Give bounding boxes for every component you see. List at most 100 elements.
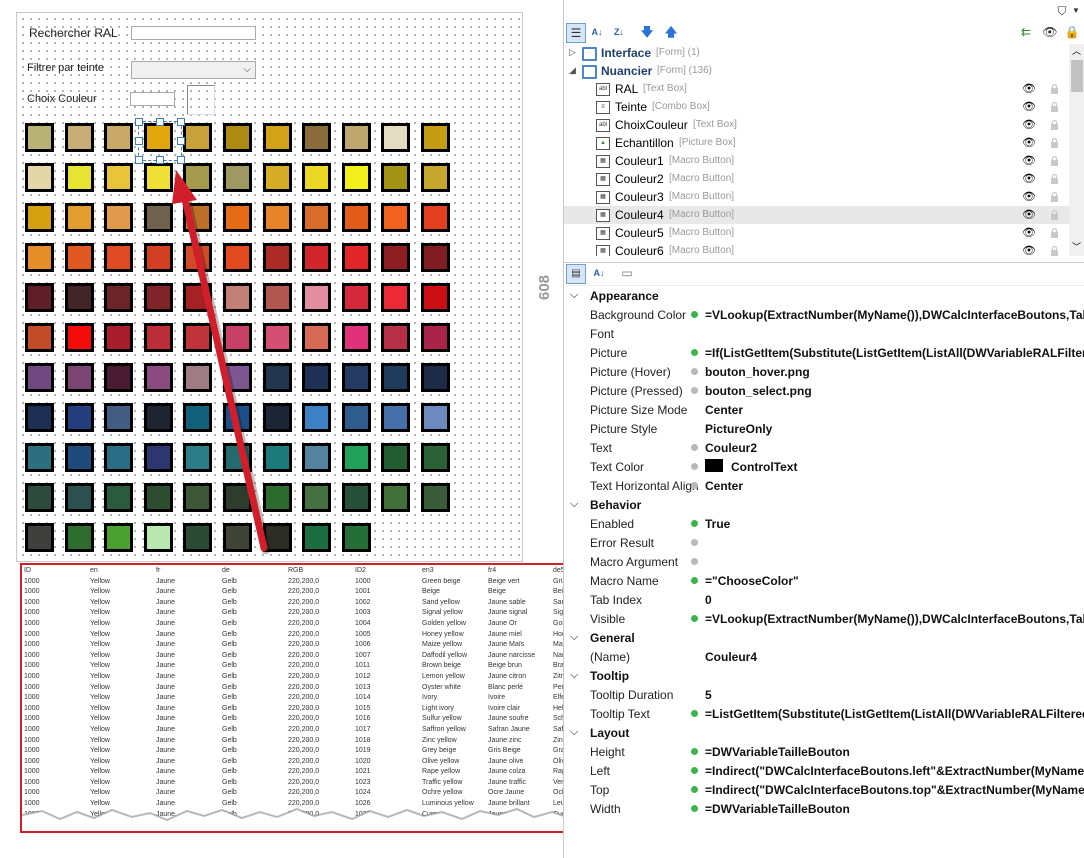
lock-icon[interactable]: 🔒: [1063, 23, 1081, 41]
color-swatch-button[interactable]: [302, 283, 332, 312]
property-value[interactable]: =Indirect("DWCalcInterfaceBoutons.left"&…: [705, 764, 1084, 778]
color-swatch-button[interactable]: [143, 523, 173, 552]
visibility-eye-icon[interactable]: 👁: [1022, 100, 1036, 113]
property-row[interactable]: Height =DWVariableTailleBouton: [564, 742, 1084, 761]
color-swatch-button[interactable]: [183, 163, 213, 192]
color-swatch-button[interactable]: [223, 163, 252, 192]
binding-status-dot[interactable]: [691, 482, 698, 489]
color-swatch-button[interactable]: [223, 443, 252, 472]
visibility-eye-icon[interactable]: 👁: [1022, 118, 1036, 131]
color-swatch-button[interactable]: [421, 243, 450, 272]
color-choice-textbox[interactable]: [130, 92, 175, 106]
color-swatch-button[interactable]: [25, 203, 54, 232]
color-swatch-button[interactable]: [143, 403, 173, 432]
color-swatch-button[interactable]: [104, 403, 134, 432]
color-swatch-button[interactable]: [143, 163, 173, 192]
resize-handle[interactable]: [135, 156, 143, 164]
color-swatch-button[interactable]: [421, 363, 450, 392]
color-swatch-button[interactable]: [64, 483, 94, 512]
property-category[interactable]: ⌵ General: [564, 628, 1084, 647]
color-swatch-button[interactable]: [143, 243, 173, 272]
binding-status-dot[interactable]: [691, 349, 698, 356]
property-category[interactable]: ⌵ Behavior: [564, 495, 1084, 514]
visibility-eye-icon[interactable]: 👁: [1022, 172, 1036, 185]
resize-handle[interactable]: [135, 137, 143, 145]
visibility-eye-icon[interactable]: 👁: [1022, 226, 1036, 239]
color-swatch-button[interactable]: [223, 363, 252, 392]
property-value[interactable]: ="ChooseColor": [705, 574, 799, 588]
color-swatch-button[interactable]: [341, 283, 371, 312]
binding-status-dot[interactable]: [691, 767, 698, 774]
color-swatch-button[interactable]: [381, 443, 411, 472]
color-swatch-button[interactable]: [104, 283, 134, 312]
property-value[interactable]: Couleur2: [705, 441, 757, 455]
property-row[interactable]: Tab Index 0: [564, 590, 1084, 609]
color-swatch-button[interactable]: [104, 323, 134, 352]
property-row[interactable]: Text Horizontal Align Center: [564, 476, 1084, 495]
lock-icon[interactable]: [1050, 119, 1059, 130]
color-swatch-button[interactable]: [64, 443, 94, 472]
tree-node-nuancier[interactable]: ◢ Nuancier [Form] (136): [564, 62, 1069, 80]
color-swatch-button[interactable]: [25, 243, 54, 272]
visibility-eye-icon[interactable]: 👁: [1022, 190, 1036, 203]
color-swatch-button[interactable]: [143, 283, 173, 312]
color-swatch-button[interactable]: [381, 403, 411, 432]
color-swatch-button[interactable]: [341, 163, 371, 192]
color-swatch-button[interactable]: [381, 123, 411, 152]
color-swatch-button[interactable]: [183, 243, 213, 272]
color-swatch-button[interactable]: [25, 523, 54, 552]
lock-icon[interactable]: [1050, 101, 1059, 112]
property-row[interactable]: Error Result: [564, 533, 1084, 552]
property-row[interactable]: Visible =VLookup(ExtractNumber(MyName()),…: [564, 609, 1084, 628]
lock-icon[interactable]: [1050, 83, 1059, 94]
tree-node-teinte[interactable]: ≡ Teinte [Combo Box] 👁: [564, 98, 1069, 116]
tree-node-interface[interactable]: ▷ Interface [Form] (1): [564, 44, 1069, 62]
property-category[interactable]: ⌵ Appearance: [564, 286, 1084, 305]
color-swatch-button[interactable]: [143, 323, 173, 352]
resize-handle[interactable]: [156, 118, 164, 126]
form-designer-canvas[interactable]: Rechercher RAL Filtrer par teinte ⌵ Choi…: [16, 12, 523, 562]
collapse-icon[interactable]: ⌵: [570, 631, 578, 644]
color-swatch-button[interactable]: [223, 323, 252, 352]
color-swatch-button[interactable]: [262, 363, 292, 392]
property-row[interactable]: Tooltip Text =ListGetItem(Substitute(List…: [564, 704, 1084, 723]
color-swatch-button[interactable]: [302, 483, 332, 512]
color-swatch-button[interactable]: [341, 123, 371, 152]
color-swatch-button[interactable]: [25, 123, 54, 152]
property-row[interactable]: Picture (Pressed) bouton_select.png: [564, 381, 1084, 400]
color-swatch-button[interactable]: [64, 203, 94, 232]
property-row[interactable]: Tooltip Duration 5: [564, 685, 1084, 704]
color-swatch-button[interactable]: [262, 483, 292, 512]
collapse-icon[interactable]: ⌵: [570, 669, 578, 682]
property-row[interactable]: Picture =If(ListGetItem(Substitute(ListGe…: [564, 343, 1084, 362]
resize-handle[interactable]: [177, 137, 185, 145]
color-swatch-button[interactable]: [341, 483, 371, 512]
color-swatch-button[interactable]: [183, 523, 213, 552]
color-swatch-button[interactable]: [223, 283, 252, 312]
color-swatch-button[interactable]: [223, 483, 252, 512]
tree-scroll-thumb[interactable]: [1071, 60, 1083, 92]
binding-status-dot[interactable]: [691, 577, 698, 584]
color-swatch-button[interactable]: [421, 483, 450, 512]
property-value[interactable]: ControlText: [731, 460, 797, 474]
property-row[interactable]: Top =Indirect("DWCalcInterfaceBoutons.top…: [564, 780, 1084, 799]
tree-node-couleur5[interactable]: ▦ Couleur5 [Macro Button] 👁: [564, 224, 1069, 242]
property-value[interactable]: 5: [705, 688, 712, 702]
scroll-up-icon[interactable]: ︿: [1072, 44, 1081, 57]
binding-status-dot[interactable]: [691, 444, 698, 451]
collapse-arrows-icon[interactable]: ⇇: [1017, 23, 1035, 41]
sort-az-icon[interactable]: A↓: [588, 23, 606, 41]
color-swatch-button[interactable]: [302, 403, 332, 432]
color-swatch-button[interactable]: [262, 243, 292, 272]
color-swatch-button[interactable]: [381, 483, 411, 512]
color-swatch-button[interactable]: [341, 243, 371, 272]
sample-picture-box[interactable]: [187, 85, 215, 115]
color-swatch-button[interactable]: [262, 163, 292, 192]
color-swatch-button[interactable]: [64, 363, 94, 392]
color-swatch-button[interactable]: [25, 323, 54, 352]
property-value[interactable]: =DWVariableTailleBouton: [705, 745, 850, 759]
expander-icon[interactable]: ▷: [569, 47, 576, 58]
color-swatch-button[interactable]: [104, 443, 134, 472]
color-swatch-button[interactable]: [143, 363, 173, 392]
color-swatch-button[interactable]: [25, 363, 54, 392]
